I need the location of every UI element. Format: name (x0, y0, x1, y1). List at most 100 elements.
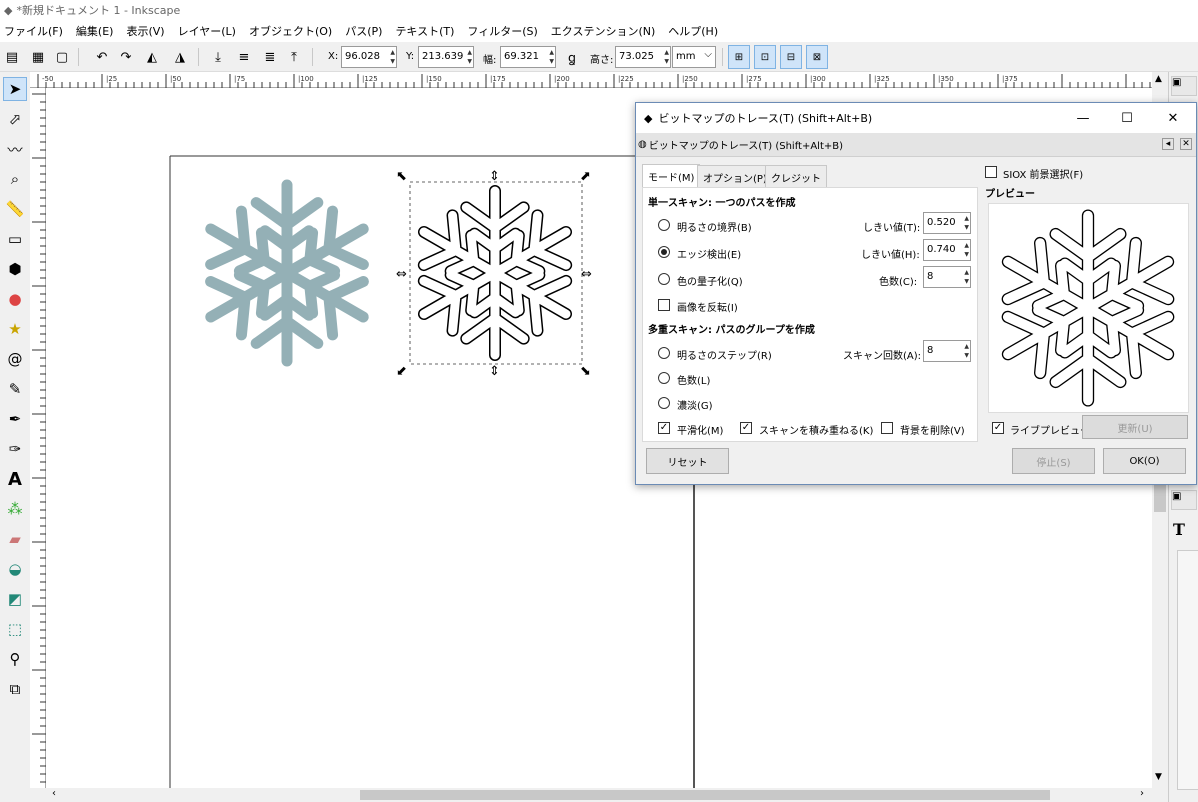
smooth-checkbox[interactable]: ✓ (658, 422, 670, 434)
tab-credits[interactable]: クレジット (765, 165, 827, 187)
height-label: 高さ: (590, 55, 614, 66)
colors-c-input[interactable]: 8 (923, 266, 971, 288)
panel-close-icon[interactable]: ✕ (1180, 138, 1192, 150)
text-tool-icon[interactable]: A (3, 467, 27, 491)
threshold-t-label: しきい値(T): (863, 223, 921, 234)
flip-vertical-icon[interactable]: ◮ (170, 47, 190, 67)
threshold-t-input[interactable]: 0.520 (923, 212, 971, 234)
minimize-icon[interactable]: — (1060, 103, 1106, 133)
maximize-icon[interactable]: ☐ (1104, 103, 1150, 133)
reset-button[interactable]: リセット (646, 448, 729, 474)
deselect-icon[interactable]: ▢ (52, 47, 72, 67)
pen-tool-icon[interactable]: ✒ (3, 407, 27, 431)
svg-text:|125: |125 (362, 75, 378, 83)
radio-grays[interactable] (658, 397, 670, 409)
menu-help[interactable]: ヘルプ(H) (668, 23, 718, 39)
scale-stroke-icon[interactable]: ⊞ (728, 45, 750, 69)
vertical-scroll-thumb[interactable] (1154, 482, 1166, 512)
update-button[interactable]: 更新(U) (1082, 415, 1188, 439)
scans-input[interactable]: 8 (923, 340, 971, 362)
menu-file[interactable]: ファイル(F) (4, 23, 63, 39)
separator (198, 48, 199, 66)
gradient-tool-icon[interactable]: ◩ (3, 587, 27, 611)
radio-bright-steps[interactable] (658, 347, 670, 359)
remove-bg-checkbox[interactable] (881, 422, 893, 434)
selector-tool-icon[interactable]: ➤ (3, 77, 27, 101)
menu-path[interactable]: パス(P) (345, 23, 382, 39)
scroll-up-icon[interactable]: ▲ (1155, 74, 1162, 84)
snowflake-bitmap[interactable] (195, 179, 378, 367)
scale-corners-icon[interactable]: ⊡ (754, 45, 776, 69)
dock-tab-fill[interactable]: ▣ (1171, 490, 1197, 510)
menu-extensions[interactable]: エクステンション(N) (551, 23, 655, 39)
pencil-tool-icon[interactable]: ✎ (3, 377, 27, 401)
mesh-tool-icon[interactable]: ⬚ (3, 617, 27, 641)
radio-edge[interactable] (658, 246, 670, 258)
lower-icon[interactable]: ≡ (234, 47, 254, 67)
zoom-tool-icon[interactable]: ⌕ (3, 167, 27, 191)
rect-tool-icon[interactable]: ▭ (3, 227, 27, 251)
lock-ratio-icon[interactable]: ꬶ (562, 47, 582, 67)
horizontal-scrollbar[interactable]: ‹ › (30, 788, 1168, 802)
tweak-tool-icon[interactable]: 〰 (3, 137, 27, 161)
x-input[interactable]: 96.028 (341, 46, 397, 68)
ellipse-tool-icon[interactable]: ● (3, 287, 27, 311)
menu-edit[interactable]: 編集(E) (76, 23, 114, 39)
dock-panel-icon[interactable]: ◂ (1162, 138, 1174, 150)
width-label: 幅: (483, 55, 497, 66)
width-input[interactable]: 69.321 (500, 46, 556, 68)
transform-gradient-icon[interactable]: ⊟ (780, 45, 802, 69)
select-all-layers-icon[interactable]: ▦ (28, 47, 48, 67)
connector-tool-icon[interactable]: ⧉ (3, 677, 27, 701)
svg-text:|100: |100 (298, 75, 314, 83)
snowflake-trace-outline[interactable] (410, 185, 581, 361)
tab-options[interactable]: オプション(P) (697, 165, 773, 187)
scroll-down-icon[interactable]: ▼ (1155, 772, 1162, 782)
radio-colors[interactable] (658, 372, 670, 384)
raise-to-top-icon[interactable]: ⤒ (284, 47, 304, 67)
scroll-left-icon[interactable]: ‹ (52, 788, 56, 799)
rotate-cw-icon[interactable]: ↷ (116, 47, 136, 67)
raise-icon[interactable]: ≣ (260, 47, 280, 67)
3dbox-tool-icon[interactable]: ⬢ (3, 257, 27, 281)
measure-tool-icon[interactable]: 📏 (3, 197, 27, 221)
spray-tool-icon[interactable]: ⁂ (3, 497, 27, 521)
menu-filters[interactable]: フィルター(S) (467, 23, 537, 39)
menu-object[interactable]: オブジェクト(O) (249, 23, 332, 39)
svg-text:⬉: ⬉ (396, 169, 407, 184)
y-input[interactable]: 213.639 (418, 46, 474, 68)
node-tool-icon[interactable]: ⬀ (3, 107, 27, 131)
svg-text:⬋: ⬋ (396, 364, 407, 379)
menu-view[interactable]: 表示(V) (126, 23, 164, 39)
spiral-tool-icon[interactable]: @ (3, 347, 27, 371)
threshold-h-input[interactable]: 0.740 (923, 239, 971, 261)
live-preview-checkbox[interactable]: ✓ (992, 422, 1004, 434)
radio-brightness[interactable] (658, 219, 670, 231)
calligraphy-tool-icon[interactable]: ✑ (3, 437, 27, 461)
star-tool-icon[interactable]: ★ (3, 317, 27, 341)
flip-horizontal-icon[interactable]: ◭ (142, 47, 162, 67)
radio-color-quant[interactable] (658, 273, 670, 285)
height-input[interactable]: 73.025 (615, 46, 671, 68)
ok-button[interactable]: OK(O) (1103, 448, 1186, 474)
select-all-icon[interactable]: ▤ (2, 47, 22, 67)
text-font-dock-icon[interactable]: T (1173, 520, 1185, 539)
stack-checkbox[interactable]: ✓ (740, 422, 752, 434)
eraser-tool-icon[interactable]: ▰ (3, 527, 27, 551)
dock-tab-top[interactable]: ▣ (1171, 76, 1197, 96)
siox-checkbox[interactable] (985, 166, 997, 178)
menu-layer[interactable]: レイヤー(L) (178, 23, 236, 39)
dropper-tool-icon[interactable]: ⚲ (3, 647, 27, 671)
unit-select[interactable]: mm (672, 46, 716, 68)
bucket-tool-icon[interactable]: ◒ (3, 557, 27, 581)
rotate-ccw-icon[interactable]: ↶ (92, 47, 112, 67)
close-icon[interactable]: ✕ (1150, 103, 1196, 133)
stop-button[interactable]: 停止(S) (1012, 448, 1095, 474)
menu-text[interactable]: テキスト(T) (395, 23, 454, 39)
invert-checkbox[interactable] (658, 299, 670, 311)
transform-pattern-icon[interactable]: ⊠ (806, 45, 828, 69)
scroll-right-icon[interactable]: › (1140, 788, 1144, 799)
lower-to-bottom-icon[interactable]: ⤓ (208, 47, 228, 67)
tab-mode[interactable]: モード(M) (642, 164, 701, 188)
horizontal-scroll-thumb[interactable] (360, 790, 1050, 800)
